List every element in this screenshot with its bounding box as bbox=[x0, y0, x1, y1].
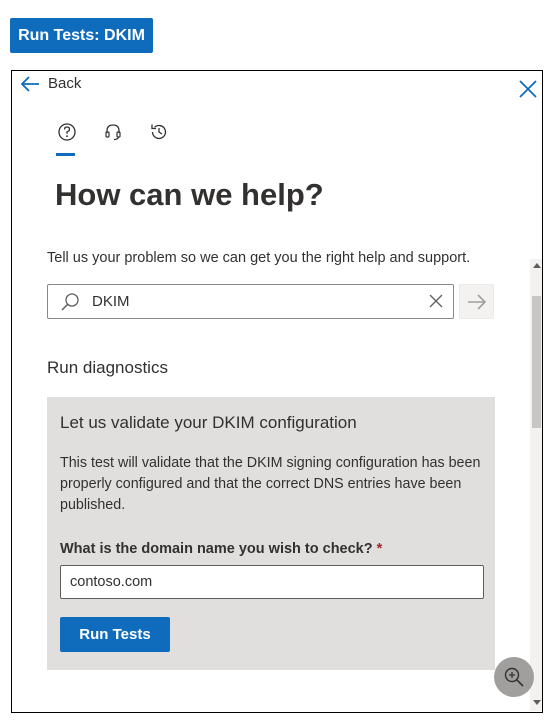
scroll-up-arrow[interactable] bbox=[530, 259, 542, 271]
help-tabs bbox=[54, 119, 172, 145]
diagnostic-title: Let us validate your DKIM configuration bbox=[60, 413, 357, 432]
search-input[interactable] bbox=[92, 285, 412, 318]
scrollbar-thumb[interactable] bbox=[532, 296, 541, 428]
search-icon bbox=[61, 293, 79, 311]
caret-down-icon bbox=[532, 700, 541, 705]
diagnostic-description: This test will validate that the DKIM si… bbox=[60, 455, 481, 513]
diagnostic-card: Let us validate your DKIM configuration … bbox=[47, 397, 495, 670]
page-title: How can we help? bbox=[55, 177, 324, 212]
scroll-down-arrow[interactable] bbox=[530, 697, 542, 709]
back-button[interactable]: Back bbox=[20, 75, 81, 92]
domain-field-label: What is the domain name you wish to chec… bbox=[60, 541, 382, 557]
clear-icon[interactable] bbox=[429, 294, 443, 308]
headset-icon bbox=[105, 124, 121, 141]
search-submit-button[interactable] bbox=[459, 284, 494, 319]
back-label: Back bbox=[48, 75, 82, 92]
zoom-in-icon bbox=[504, 667, 524, 687]
run-tests-dkim-button[interactable]: Run Tests: DKIM bbox=[10, 18, 153, 53]
arrow-left-icon bbox=[20, 75, 39, 92]
tab-history[interactable] bbox=[146, 119, 172, 145]
domain-name-field[interactable] bbox=[60, 565, 484, 599]
caret-up-icon bbox=[532, 263, 541, 268]
history-icon bbox=[151, 124, 167, 140]
domain-field-label-text: What is the domain name you wish to chec… bbox=[60, 541, 373, 557]
selected-tab-indicator bbox=[56, 153, 75, 156]
question-circle-icon bbox=[58, 123, 76, 141]
close-icon[interactable] bbox=[516, 77, 540, 101]
search-box bbox=[47, 284, 454, 319]
zoom-button[interactable] bbox=[494, 657, 534, 697]
arrow-right-icon bbox=[467, 293, 486, 310]
required-indicator: * bbox=[376, 541, 383, 557]
run-tests-button[interactable]: Run Tests bbox=[60, 617, 170, 652]
section-title: Run diagnostics bbox=[47, 358, 168, 377]
tab-help[interactable] bbox=[54, 119, 80, 145]
help-description: Tell us your problem so we can get you t… bbox=[47, 250, 471, 266]
tab-contact-support[interactable] bbox=[100, 119, 126, 145]
help-panel: Back How can we help? Tell us your probl… bbox=[11, 70, 543, 713]
